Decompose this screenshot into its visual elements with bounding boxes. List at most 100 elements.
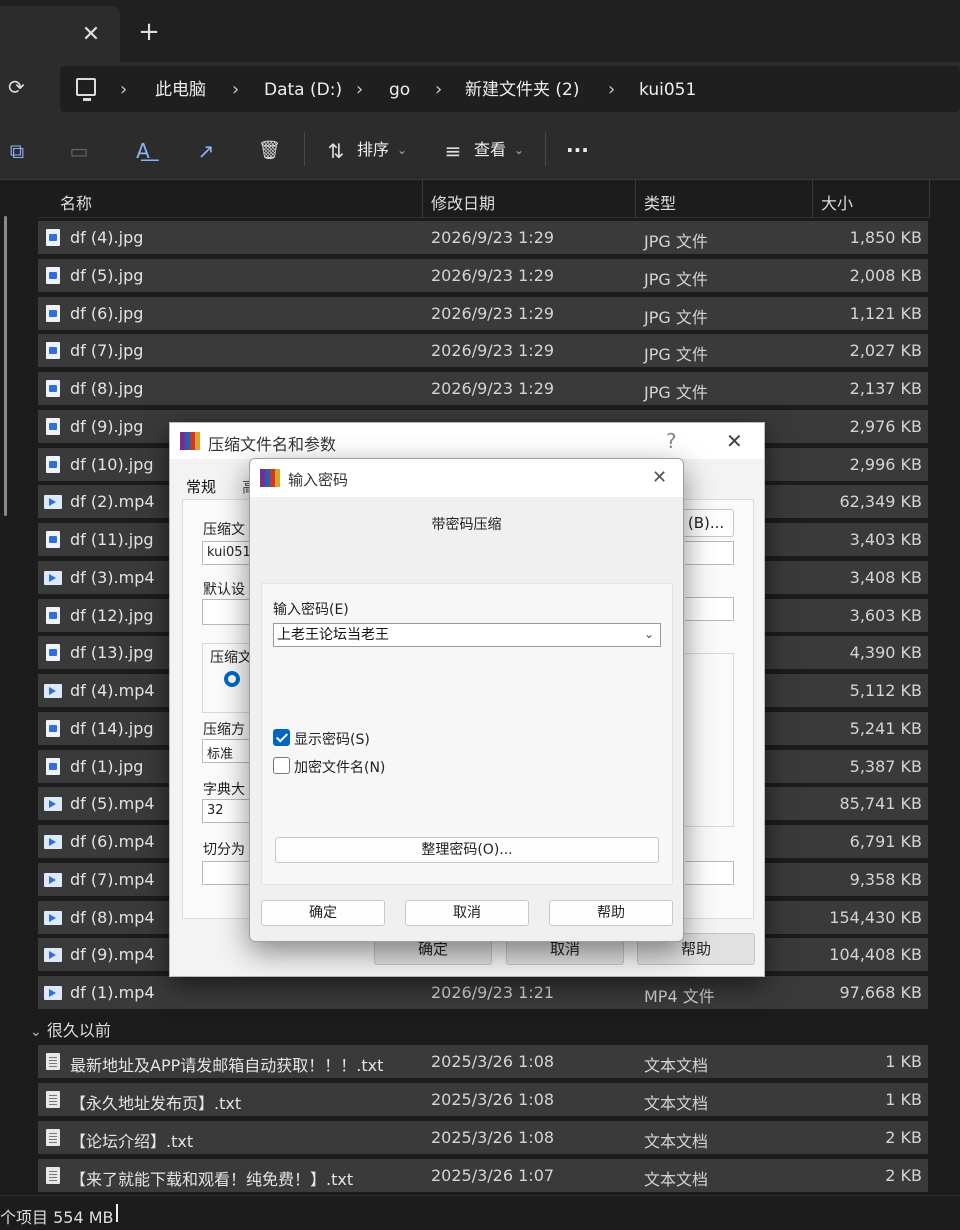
new-tab-icon[interactable]: + [137, 19, 161, 45]
file-type: JPG 文件 [644, 269, 708, 289]
file-row[interactable]: df (6).jpg 2026/9/23 1:29 JPG 文件 1,121 KB [38, 296, 928, 330]
organize-passwords-button[interactable]: 整理密码(O)... [275, 837, 659, 863]
file-row[interactable]: df (7).jpg 2026/9/23 1:29 JPG 文件 2,027 KB [38, 334, 928, 368]
crumb-new-folder[interactable]: 新建文件夹 (2) [465, 79, 579, 101]
view-icon[interactable]: ≡ [442, 140, 464, 162]
file-row[interactable]: df (1).mp4 2026/9/23 1:21 MP4 文件 97,668 KB [38, 976, 928, 1009]
delete-icon[interactable]: 🗑 [258, 140, 281, 162]
text-file-icon [46, 1129, 60, 1146]
file-date: 2026/9/23 1:29 [431, 265, 555, 285]
show-password-label[interactable]: 显示密码(S) [294, 729, 370, 749]
chevron-right-icon[interactable]: › [608, 79, 615, 101]
ok-button[interactable]: 确定 [261, 900, 385, 926]
chevron-right-icon[interactable]: › [120, 79, 127, 101]
column-divider[interactable] [812, 180, 813, 218]
archive-format-select[interactable] [685, 597, 734, 621]
chevron-down-icon[interactable]: ⌄ [30, 1024, 42, 1040]
file-size: 97,668 KB [839, 983, 922, 1002]
encrypt-filenames-checkbox[interactable] [273, 757, 290, 774]
video-file-icon [44, 797, 62, 812]
group-header-long-ago[interactable]: ⌄ 很久以前 [30, 1017, 111, 1041]
tab-general[interactable]: 常规 [186, 476, 216, 497]
column-date[interactable]: 修改日期 [431, 190, 495, 214]
file-date: 2026/9/23 1:29 [431, 341, 555, 361]
dialog-heading: 带密码压缩 [431, 517, 502, 533]
show-password-checkbox[interactable] [273, 729, 290, 746]
chevron-down-icon[interactable]: ⌄ [397, 140, 407, 160]
copy-icon[interactable]: ⧉ [6, 140, 28, 162]
password-button-back[interactable] [685, 861, 734, 885]
file-size: 85,741 KB [839, 794, 922, 814]
column-name[interactable]: 名称 [60, 190, 92, 214]
sort-icon[interactable]: ⇅ [325, 140, 347, 162]
column-divider[interactable] [422, 180, 423, 218]
close-tab-icon[interactable]: ✕ [80, 24, 102, 46]
file-size: 5,112 KB [849, 681, 922, 700]
file-size: 154,430 KB [829, 907, 922, 927]
command-bar: ⧉ ▭ A͟ ↗ 🗑 ⇅ 排序 ⌄ ≡ 查看 ⌄ ··· [0, 118, 960, 180]
breadcrumb[interactable]: › 此电脑 › Data (D:) › go › 新建文件夹 (2) › kui… [60, 66, 960, 112]
rename-icon[interactable]: A͟ [132, 140, 154, 162]
view-button[interactable]: 查看 [474, 140, 506, 160]
winrar-icon [180, 432, 200, 450]
column-size[interactable]: 大小 [821, 190, 853, 214]
image-file-icon [46, 606, 60, 624]
file-size: 2,027 KB [849, 341, 922, 361]
file-size: 62,349 KB [839, 492, 922, 512]
file-size: 2 KB [885, 1166, 922, 1185]
password-input[interactable]: 上老王论坛当老王 ⌄ [273, 623, 661, 647]
file-row[interactable]: 最新地址及APP请发邮箱自动获取！！！.txt 2025/3/26 1:08 文本文… [38, 1045, 928, 1078]
file-size: 104,408 KB [829, 945, 922, 965]
file-name: df (4).jpg [70, 228, 144, 247]
encrypt-filenames-label[interactable]: 加密文件名(N) [294, 757, 385, 777]
dialog-title: 输入密码 [288, 471, 349, 489]
column-divider[interactable] [635, 180, 636, 218]
close-icon[interactable]: ✕ [726, 429, 743, 453]
dialog-title: 压缩文件名和参数 [208, 435, 337, 454]
computer-icon[interactable] [76, 78, 96, 101]
tab-current[interactable]: ✕ [0, 6, 120, 62]
file-name: df (5).mp4 [70, 794, 155, 814]
crumb-kui051[interactable]: kui051 [639, 79, 696, 101]
column-divider[interactable] [929, 180, 930, 218]
chevron-down-icon[interactable]: ⌄ [644, 625, 654, 643]
file-row[interactable]: df (5).jpg 2026/9/23 1:29 JPG 文件 2,008 KB [38, 258, 928, 292]
chevron-right-icon[interactable]: › [356, 79, 363, 101]
file-row[interactable]: 【永久地址发布页】.txt 2025/3/26 1:08 文本文档 1 KB [38, 1083, 928, 1116]
address-row: ⟳ › 此电脑 › Data (D:) › go › 新建文件夹 (2) › k… [0, 62, 960, 118]
sort-button[interactable]: 排序 [357, 140, 389, 160]
browse-button[interactable]: (B)... [678, 509, 734, 537]
update-mode-select[interactable] [685, 541, 734, 565]
cancel-button[interactable]: 取消 [405, 900, 529, 926]
file-name: df (4).mp4 [70, 681, 155, 700]
chevron-right-icon[interactable]: › [232, 79, 239, 101]
tab-strip: ✕ + [0, 0, 960, 62]
dialog-titlebar[interactable]: 输入密码 ✕ [250, 459, 683, 497]
dialog-titlebar[interactable]: 压缩文件名和参数 ? ✕ [170, 423, 764, 459]
chevron-down-icon[interactable]: ⌄ [514, 140, 524, 160]
file-row[interactable]: 【来了就能下载和观看！纯免费！】.txt 2025/3/26 1:07 文本文档 2 … [38, 1159, 928, 1192]
file-row[interactable]: df (4).jpg 2026/9/23 1:29 JPG 文件 1,850 KB [38, 221, 928, 254]
share-icon[interactable]: ↗ [195, 140, 217, 162]
refresh-icon[interactable]: ⟳ [8, 77, 28, 97]
help-button[interactable]: 帮助 [549, 900, 673, 926]
toolbar-divider [304, 132, 305, 166]
file-name: df (12).jpg [70, 605, 154, 625]
paste-icon[interactable]: ▭ [68, 140, 90, 162]
file-row[interactable]: df (8).jpg 2026/9/23 1:29 JPG 文件 2,137 KB [38, 372, 928, 405]
column-type[interactable]: 类型 [644, 190, 676, 214]
scrollbar-thumb[interactable] [4, 216, 7, 516]
crumb-go[interactable]: go [389, 79, 410, 101]
text-cursor [116, 1204, 118, 1222]
file-type: 文本文档 [644, 1056, 709, 1075]
help-icon[interactable]: ? [666, 429, 677, 453]
file-size: 2 KB [885, 1128, 922, 1147]
file-row[interactable]: 【论坛介绍】.txt 2025/3/26 1:08 文本文档 2 KB [38, 1121, 928, 1154]
close-icon[interactable]: ✕ [652, 467, 667, 488]
crumb-this-pc[interactable]: 此电脑 [155, 79, 206, 101]
crumb-data-drive[interactable]: Data (D:) [264, 79, 342, 101]
file-size: 2,137 KB [849, 379, 922, 398]
more-options-icon[interactable]: ··· [566, 140, 589, 160]
format-radio[interactable] [224, 671, 240, 687]
chevron-right-icon[interactable]: › [435, 79, 442, 101]
